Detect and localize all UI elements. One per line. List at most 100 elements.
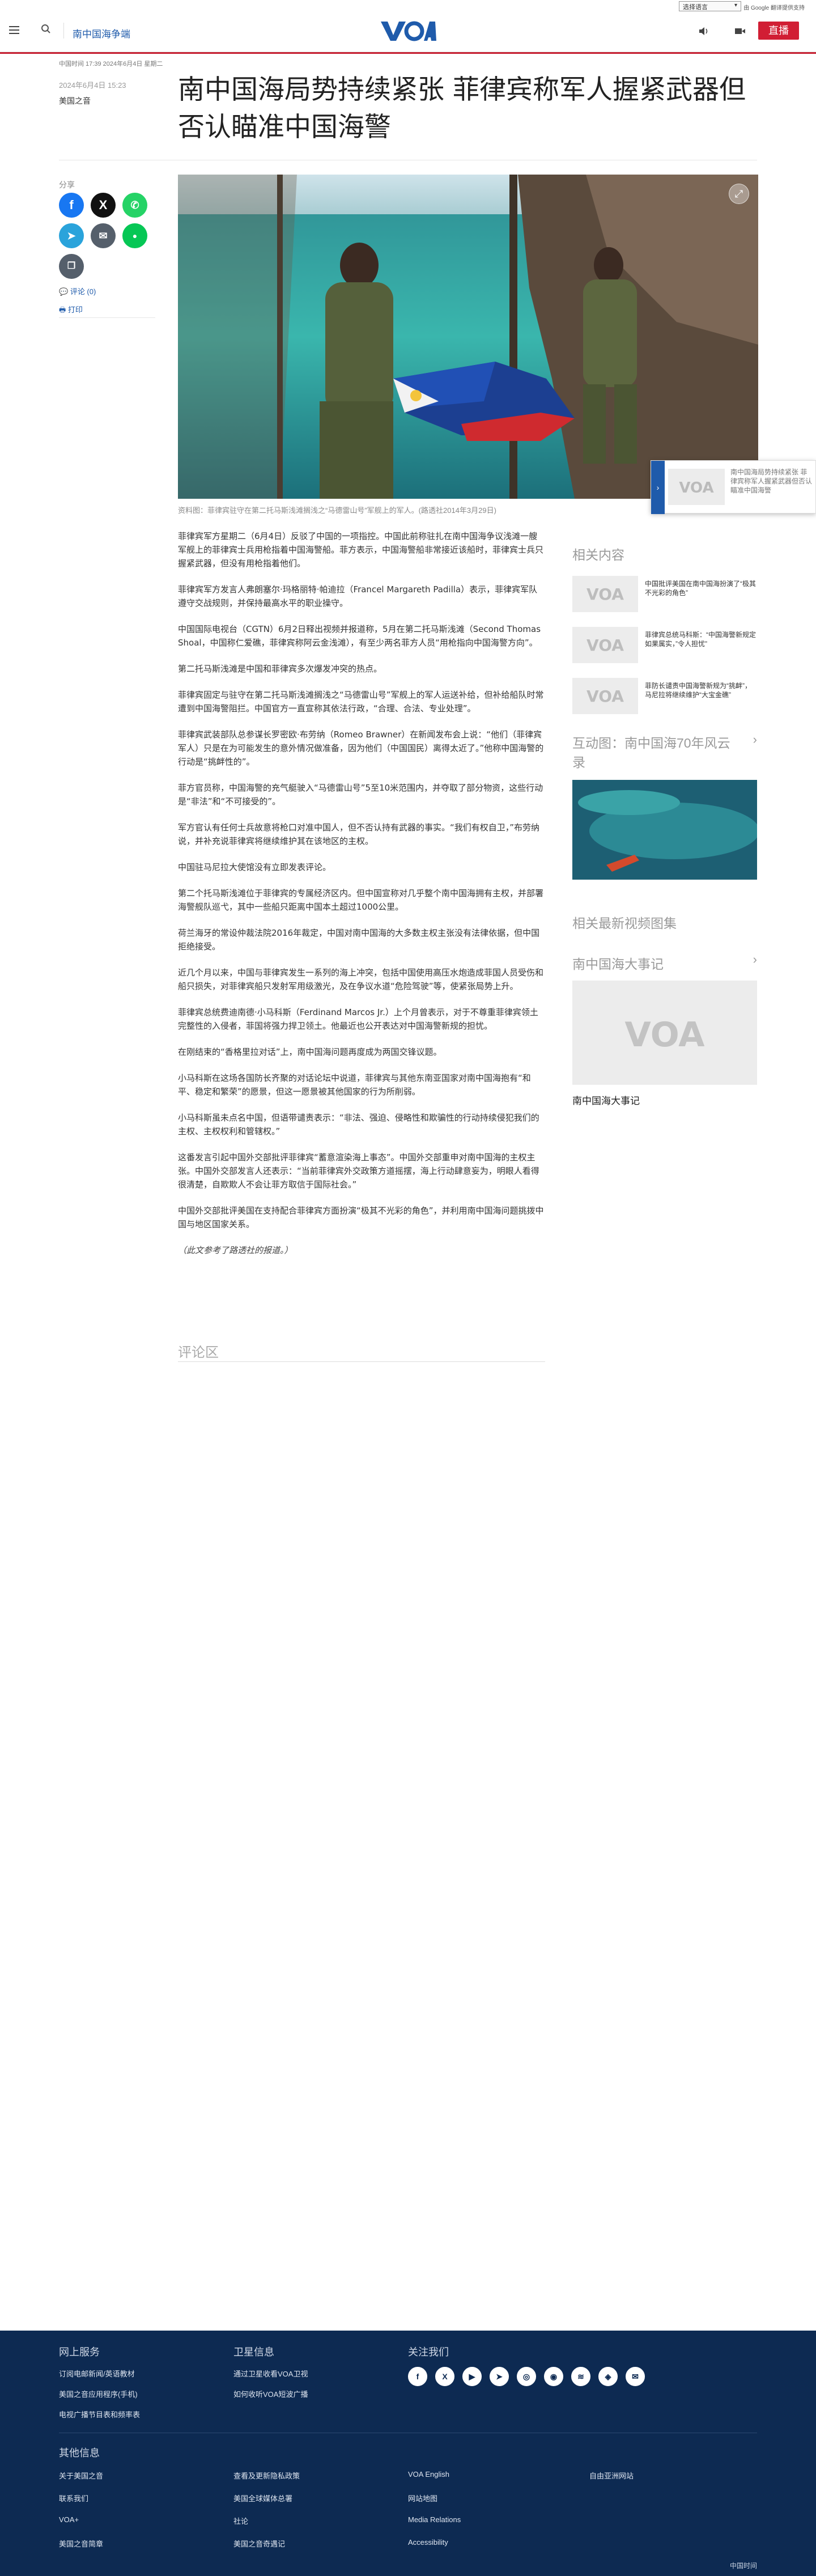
related-item[interactable]: VOA 菲防长谴责中国海警新规为“挑衅”，马尼拉将继续维护“大宝金礁” bbox=[572, 678, 757, 722]
footer-online-title: 网上服务 bbox=[59, 2346, 100, 2358]
article-paragraph: 第二托马斯浅滩是中国和菲律宾多次爆发冲突的热点。 bbox=[178, 664, 382, 674]
x-icon[interactable]: X bbox=[435, 2367, 454, 2386]
footer-link[interactable]: 美国之音应用程序(手机) bbox=[59, 2388, 138, 2399]
email-icon[interactable]: ✉ bbox=[626, 2367, 645, 2386]
expand-icon[interactable]: ⤢ bbox=[729, 184, 749, 204]
footer-link[interactable]: VOA English bbox=[408, 2470, 449, 2479]
footer-link[interactable]: 电视广播节目表和频率表 bbox=[59, 2409, 140, 2420]
x-share-icon[interactable]: X bbox=[91, 193, 116, 218]
events-caption[interactable]: 南中国海大事记 bbox=[572, 1093, 757, 1107]
related-item-text: 菲律宾总统马科斯：“中国海警新规定如果属实，”令人担忧” bbox=[645, 631, 756, 648]
footer-link[interactable]: 美国全球媒体总署 bbox=[233, 2493, 292, 2503]
article-paragraph: 菲律宾武装部队总参谋长罗密欧·布劳纳（Romeo Brawner）在新闻发布会上… bbox=[178, 729, 544, 767]
print-link[interactable]: 🖶 打印 bbox=[59, 304, 83, 317]
article-paragraph: 中国外交部批评美国在支持配合菲律宾方面扮演“极其不光彩的角色”，并利用南中国海问… bbox=[178, 1206, 544, 1229]
article-paragraph: 菲律宾固定与驻守在第二托马斯浅滩搁浅之“马德雷山号”军舰上的军人运送补给，但补给… bbox=[178, 690, 544, 714]
article-paragraph: 这番发言引起中国外交部批评菲律宾“蓄意渲染海上事态”。中国外交部重申对南中国海的… bbox=[178, 1152, 539, 1190]
hero-photo: ⤢ bbox=[178, 175, 758, 499]
language-select[interactable]: 选择语言 bbox=[679, 1, 741, 11]
video-gallery-title[interactable]: 相关最新视频图集 bbox=[572, 913, 757, 932]
podcast-icon[interactable]: ◉ bbox=[544, 2367, 563, 2386]
copy-link-icon[interactable]: ❐ bbox=[59, 254, 84, 279]
comment-icon: 💬 bbox=[59, 287, 70, 296]
facebook-icon[interactable]: f bbox=[408, 2367, 427, 2386]
collapse-arrow-icon[interactable]: › bbox=[651, 461, 665, 514]
rss-icon[interactable]: ≋ bbox=[571, 2367, 590, 2386]
voa-logo[interactable] bbox=[380, 19, 436, 43]
events-title: 南中国海大事记 bbox=[572, 957, 664, 971]
article-paragraph: 菲方官员称，中国海警的充气艇驶入“马德雷山号”5至10米范围内，并夺取了部分物资… bbox=[178, 783, 543, 807]
related-item[interactable]: VOA 菲律宾总统马科斯：“中国海警新规定如果属实，”令人担忧” bbox=[572, 627, 757, 671]
footer-link[interactable]: VOA+ bbox=[59, 2515, 79, 2524]
footer-link[interactable]: 网站地图 bbox=[408, 2493, 437, 2503]
footer-link[interactable]: Media Relations bbox=[408, 2515, 461, 2524]
svg-text:VOA: VOA bbox=[586, 636, 624, 655]
interactive-header[interactable]: 互动图：南中国海70年风云录 › bbox=[572, 732, 757, 771]
footer-link[interactable]: 美国之音简章 bbox=[59, 2538, 103, 2549]
menu-icon[interactable] bbox=[9, 26, 19, 34]
whatsapp-share-icon[interactable]: ✆ bbox=[122, 193, 147, 218]
email-share-icon[interactable]: ✉ bbox=[91, 223, 116, 248]
footer-link[interactable]: 查看及更新隐私政策 bbox=[233, 2470, 300, 2481]
footer-link[interactable]: 社论 bbox=[233, 2515, 248, 2526]
related-item-text: 菲防长谴责中国海警新规为“挑衅”，马尼拉将继续维护“大宝金礁” bbox=[645, 682, 751, 699]
article-title: 南中国海局势持续紧张 菲律宾称军人握紧武器但否认瞄准中国海警 bbox=[178, 74, 746, 143]
live-button[interactable]: 直播 bbox=[758, 22, 799, 40]
events-thumbnail[interactable]: VOA bbox=[572, 981, 757, 1085]
print-link-label: 打印 bbox=[67, 305, 83, 314]
footer-link[interactable]: 如何收听VOA短波广播 bbox=[233, 2388, 308, 2399]
related-item[interactable]: VOA 中国批评美国在南中国海扮演了“极其不光彩的角色” bbox=[572, 576, 757, 620]
floating-card-text: 南中国海局势持续紧张 菲律宾称军人握紧武器但否认瞄准中国海警 bbox=[730, 468, 813, 494]
print-icon: 🖶 bbox=[59, 305, 68, 314]
footer-link[interactable]: 美国之音奇遇记 bbox=[233, 2538, 285, 2549]
search-icon[interactable] bbox=[41, 24, 53, 36]
related-item-text: 中国批评美国在南中国海扮演了“极其不光彩的角色” bbox=[645, 580, 756, 597]
sidebar: 相关内容 VOA 中国批评美国在南中国海扮演了“极其不光彩的角色” VOA 菲律宾总统… bbox=[572, 544, 757, 1107]
interactive-thumbnail[interactable] bbox=[572, 780, 757, 880]
interactive-title: 互动图：南中国海70年风云录 bbox=[572, 736, 730, 770]
related-list: VOA 中国批评美国在南中国海扮演了“极其不光彩的角色” VOA 菲律宾总统马科斯：“… bbox=[572, 576, 757, 722]
footer-timezone: 中国时间 bbox=[729, 2562, 757, 2570]
related-thumbnail: VOA bbox=[572, 576, 638, 612]
events-header[interactable]: 南中国海大事记 › bbox=[572, 952, 757, 973]
section-link[interactable]: 南中国海争端 bbox=[73, 26, 130, 40]
line-share-icon[interactable]: ● bbox=[122, 223, 147, 248]
comments-link[interactable]: 💬 评论 (0) bbox=[59, 286, 96, 296]
published-time: 中国时间 17:39 2024年6月4日 星期二 bbox=[59, 61, 163, 67]
footer-link[interactable]: Accessibility bbox=[408, 2538, 448, 2547]
footer-link[interactable]: 联系我们 bbox=[59, 2493, 88, 2503]
powered-by-google: 由 Google 翻译提供支持 bbox=[743, 5, 805, 11]
audio-icon[interactable] bbox=[698, 26, 709, 39]
language-select-label: 选择语言 bbox=[683, 4, 708, 11]
footer-link[interactable]: 关于美国之音 bbox=[59, 2470, 103, 2481]
footer-link[interactable]: 订阅电邮新闻/英语教材 bbox=[59, 2368, 135, 2379]
floating-article-card[interactable]: › VOA 南中国海局势持续紧张 菲律宾称军人握紧武器但否认瞄准中国海警 bbox=[651, 460, 816, 514]
nav-divider bbox=[63, 23, 64, 39]
instagram-icon[interactable]: ◎ bbox=[517, 2367, 536, 2386]
share-divider bbox=[59, 317, 155, 318]
facebook-share-icon[interactable]: f bbox=[59, 193, 84, 218]
share-label: 分享 bbox=[59, 180, 75, 189]
language-bar: 选择语言 由 Google 翻译提供支持 bbox=[0, 0, 816, 14]
footer-satellite-title: 卫星信息 bbox=[233, 2346, 274, 2358]
article-paragraph: （此文参考了路透社的报道。） bbox=[178, 1245, 293, 1255]
footer-follow-title: 关注我们 bbox=[408, 2346, 449, 2358]
footer-link[interactable]: 通过卫星收看VOA卫视 bbox=[233, 2368, 308, 2379]
footer-link[interactable]: 自由亚洲网站 bbox=[589, 2470, 634, 2481]
article-paragraph: 军方官认有任何士兵故意将枪口对准中国人，但不否认持有武器的事实。“我们有权自卫，… bbox=[178, 822, 540, 846]
video-icon[interactable] bbox=[734, 26, 746, 39]
telegram-share-icon[interactable]: ➤ bbox=[59, 223, 84, 248]
footer-other-title: 其他信息 bbox=[59, 2447, 100, 2459]
comments-link-label: 评论 (0) bbox=[70, 287, 96, 296]
svg-text:VOA: VOA bbox=[679, 479, 713, 496]
article-paragraph: 小马科斯在这场各国防长齐聚的对话论坛中说道，菲律宾与其他东南亚国家对南中国海抱有… bbox=[178, 1073, 531, 1097]
svg-text:VOA: VOA bbox=[586, 687, 624, 706]
chevron-right-icon: › bbox=[753, 732, 757, 746]
article-author[interactable]: 美国之音 bbox=[59, 95, 91, 107]
comments-section-title: 评论区 bbox=[178, 1345, 219, 1360]
app-icon[interactable]: ◈ bbox=[598, 2367, 618, 2386]
youtube-icon[interactable]: ▶ bbox=[462, 2367, 482, 2386]
telegram-icon[interactable]: ➤ bbox=[490, 2367, 509, 2386]
svg-text:VOA: VOA bbox=[586, 585, 624, 604]
floating-card-thumbnail: VOA bbox=[668, 469, 725, 505]
